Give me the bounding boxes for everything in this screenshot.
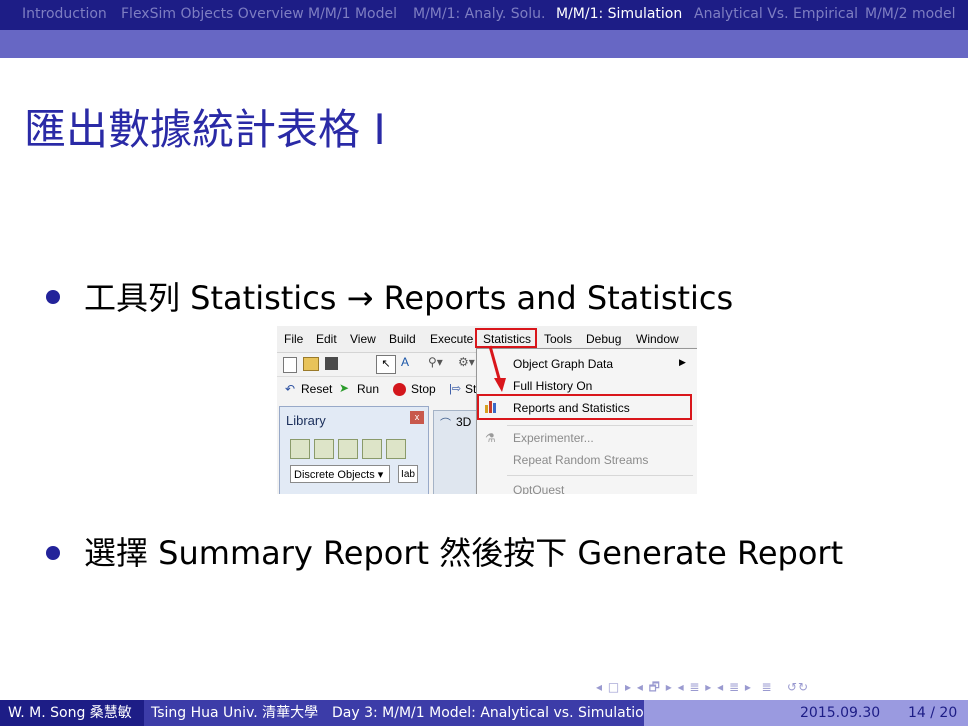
menu-execute[interactable]: Execute <box>430 332 473 346</box>
library-object-icon[interactable] <box>314 439 334 459</box>
new-file-icon[interactable] <box>283 357 297 373</box>
menu-debug[interactable]: Debug <box>586 332 621 346</box>
nav-item-mm1-analytical[interactable]: M/M/1: Analy. Solu. <box>413 6 545 22</box>
run-button[interactable]: Run <box>357 382 379 396</box>
subsection-bar <box>0 30 968 58</box>
reset-button[interactable]: Reset <box>301 382 332 396</box>
library-icons <box>290 439 410 462</box>
library-category-value: Discrete Objects <box>294 469 375 481</box>
menu-item-optquest[interactable]: OptQuest <box>513 483 564 494</box>
footer-talk-title: Day 3: M/M/1 Model: Analytical vs. Simul… <box>324 700 653 726</box>
menu-item-experimenter[interactable]: Experimenter... <box>513 431 594 445</box>
library-object-icon[interactable] <box>290 439 310 459</box>
step-icon: |⇨ <box>449 383 462 395</box>
menu-item-full-history-on[interactable]: Full History On <box>513 379 592 393</box>
close-icon[interactable]: x <box>410 411 424 424</box>
nav-item-mm1-simulation[interactable]: M/M/1: Simulation <box>556 6 682 22</box>
menu-item-object-graph-data[interactable]: Object Graph Data <box>513 357 613 371</box>
run-icon: ➤ <box>339 381 350 395</box>
library-panel: Library x Discrete Objects ▾ Iab <box>279 406 429 494</box>
library-object-icon[interactable] <box>386 439 406 459</box>
step-button[interactable]: St <box>465 382 476 396</box>
menu-tools[interactable]: Tools <box>544 332 572 346</box>
toolbar-icons: ↖ A ⚲▾ ⚙▾ <box>277 353 477 375</box>
stop-icon <box>393 383 406 396</box>
3d-view-icon: ⌒ <box>440 418 451 430</box>
nav-item-mm2-model[interactable]: M/M/2 model <box>865 6 956 22</box>
footer-institution: Tsing Hua Univ. 清華大學 <box>144 700 324 726</box>
footer-author: W. M. Song 桑慧敏 <box>0 700 144 726</box>
footer-bar: W. M. Song 桑慧敏 Tsing Hua Univ. 清華大學 Day … <box>0 700 968 726</box>
menu-item-reports-and-statistics[interactable]: Reports and Statistics <box>513 401 630 415</box>
footer-date: 2015.09.30 <box>800 705 881 721</box>
nav-item-introduction[interactable]: Introduction <box>22 6 107 22</box>
menu-window[interactable]: Window <box>636 332 679 346</box>
menu-separator <box>507 425 693 426</box>
menu-build[interactable]: Build <box>389 332 416 346</box>
menu-edit[interactable]: Edit <box>316 332 337 346</box>
run-toolbar: ↶ Reset ➤ Run Stop |⇨ St <box>277 376 477 401</box>
experimenter-icon: ⚗ <box>485 431 496 445</box>
text-tool-icon[interactable]: A <box>401 355 409 369</box>
open-folder-icon[interactable] <box>303 357 319 371</box>
command-tool-icon[interactable]: ⚙▾ <box>458 355 475 369</box>
bullet-text-1: 工具列 Statistics → Reports and Statistics <box>84 279 734 317</box>
annotation-arrow <box>488 345 506 392</box>
reset-icon: ↶ <box>285 382 296 396</box>
arrow-head <box>494 378 506 392</box>
menu-file[interactable]: File <box>284 332 303 346</box>
3d-view-tab[interactable]: 3D <box>456 415 471 429</box>
bullet-text-2: 選擇 Summary Report 然後按下 Generate Report <box>84 534 844 572</box>
menu-item-repeat-random-streams[interactable]: Repeat Random Streams <box>513 453 648 467</box>
text-tool-button[interactable]: Iab <box>398 465 418 483</box>
menu-separator <box>507 475 693 476</box>
footer-page-number: 14 / 20 <box>908 705 958 721</box>
stop-button[interactable]: Stop <box>411 382 436 396</box>
nav-item-mm1-model[interactable]: M/M/1 Model <box>308 6 397 22</box>
flexsim-menu-screenshot: File Edit View Build Execute Statistics … <box>277 326 697 494</box>
connect-tool-icon[interactable]: ⚲▾ <box>428 355 443 369</box>
arrow-line <box>488 345 502 383</box>
reports-chart-icon <box>485 401 499 413</box>
library-object-icon[interactable] <box>362 439 382 459</box>
menu-view[interactable]: View <box>350 332 376 346</box>
bullet-marker <box>46 546 60 560</box>
library-title: Library <box>286 413 326 428</box>
nav-item-flexsim-objects[interactable]: FlexSim Objects Overview <box>121 6 304 22</box>
section-navigation: Introduction FlexSim Objects Overview M/… <box>0 0 968 30</box>
library-object-icon[interactable] <box>338 439 358 459</box>
save-icon[interactable] <box>325 357 338 370</box>
pointer-tool-icon[interactable]: ↖ <box>376 355 396 374</box>
slide-title: 匯出數據統計表格 I <box>24 105 386 154</box>
bullet-marker <box>46 290 60 304</box>
beamer-navigation-symbols[interactable]: ◂ □ ▸ ◂ 🗗 ▸ ◂ ≣ ▸ ◂ ≣ ▸ ≣ ↺↻ <box>596 678 809 699</box>
nav-item-analytical-vs-empirical[interactable]: Analytical Vs. Empirical <box>694 6 858 22</box>
submenu-arrow-icon: ▶ <box>679 357 686 367</box>
library-category-select[interactable]: Discrete Objects ▾ <box>290 465 390 483</box>
